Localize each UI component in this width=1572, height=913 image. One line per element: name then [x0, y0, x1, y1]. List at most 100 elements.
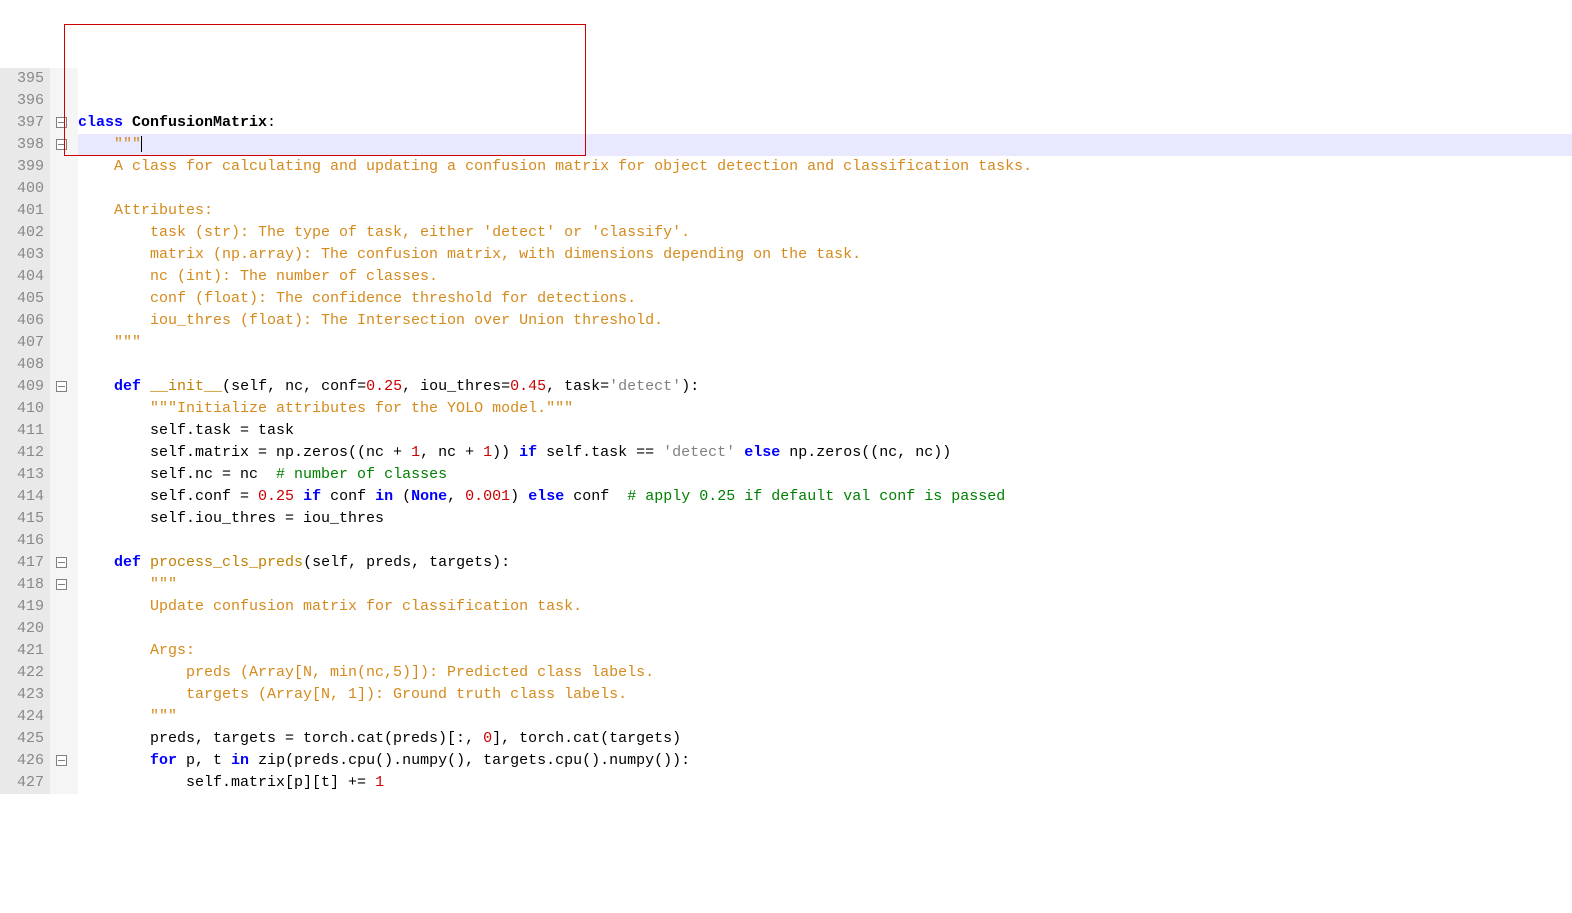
line-number: 396 — [4, 90, 44, 112]
code-line[interactable] — [78, 530, 1572, 552]
code-line[interactable]: preds (Array[N, min(nc,5)]): Predicted c… — [78, 662, 1572, 684]
code-line[interactable]: task (str): The type of task, either 'de… — [78, 222, 1572, 244]
code-line[interactable] — [78, 68, 1572, 90]
code-line[interactable]: def process_cls_preds(self, preds, targe… — [78, 552, 1572, 574]
code-line[interactable]: targets (Array[N, 1]): Ground truth clas… — [78, 684, 1572, 706]
fold-cell — [50, 618, 78, 640]
fold-cell — [50, 398, 78, 420]
line-number: 410 — [4, 398, 44, 420]
code-line[interactable]: self.nc = nc # number of classes — [78, 464, 1572, 486]
code-line[interactable]: matrix (np.array): The confusion matrix,… — [78, 244, 1572, 266]
token-id: self.nc = nc — [78, 466, 276, 483]
token-id: self.matrix[p][t] += — [78, 774, 375, 791]
code-line[interactable]: """Initialize attributes for the YOLO mo… — [78, 398, 1572, 420]
token-id — [294, 488, 303, 505]
token-cmt: # number of classes — [276, 466, 447, 483]
code-line[interactable]: def __init__(self, nc, conf=0.25, iou_th… — [78, 376, 1572, 398]
code-line[interactable]: A class for calculating and updating a c… — [78, 156, 1572, 178]
fold-column[interactable] — [50, 68, 78, 794]
code-line[interactable]: """ — [78, 332, 1572, 354]
token-doc: """ — [78, 708, 177, 725]
code-line[interactable]: conf (float): The confidence threshold f… — [78, 288, 1572, 310]
code-line[interactable]: iou_thres (float): The Intersection over… — [78, 310, 1572, 332]
token-id — [735, 444, 744, 461]
line-number: 412 — [4, 442, 44, 464]
token-doc: """ — [78, 576, 177, 593]
fold-cell[interactable] — [50, 376, 78, 398]
code-line[interactable] — [78, 618, 1572, 640]
fold-toggle-icon[interactable] — [56, 117, 67, 128]
fold-cell — [50, 508, 78, 530]
fold-cell[interactable] — [50, 134, 78, 156]
token-doc: conf (float): The confidence threshold f… — [78, 290, 636, 307]
line-number: 414 — [4, 486, 44, 508]
code-line[interactable]: nc (int): The number of classes. — [78, 266, 1572, 288]
fold-toggle-icon[interactable] — [56, 579, 67, 590]
token-num: 0.25 — [258, 488, 294, 505]
fold-cell — [50, 222, 78, 244]
fold-cell — [50, 596, 78, 618]
fold-toggle-icon[interactable] — [56, 381, 67, 392]
code-line[interactable]: preds, targets = torch.cat(preds)[:, 0],… — [78, 728, 1572, 750]
line-number: 405 — [4, 288, 44, 310]
token-kw: if — [303, 488, 321, 505]
token-num: 1 — [483, 444, 492, 461]
code-line[interactable]: self.task = task — [78, 420, 1572, 442]
fold-cell[interactable] — [50, 750, 78, 772]
fold-toggle-icon[interactable] — [56, 139, 67, 150]
token-kw: else — [528, 488, 564, 505]
line-number: 419 — [4, 596, 44, 618]
code-line[interactable]: """ — [78, 134, 1572, 156]
token-doc: iou_thres (float): The Intersection over… — [78, 312, 663, 329]
fold-toggle-icon[interactable] — [56, 557, 67, 568]
token-num: 0.001 — [465, 488, 510, 505]
code-line[interactable] — [78, 354, 1572, 376]
token-id: self, preds, targets — [312, 554, 492, 571]
code-line[interactable]: """ — [78, 574, 1572, 596]
fold-cell — [50, 772, 78, 794]
token-id: , nc + — [420, 444, 483, 461]
fold-toggle-icon[interactable] — [56, 755, 67, 766]
code-line[interactable] — [78, 178, 1572, 200]
fold-cell — [50, 728, 78, 750]
line-number: 406 — [4, 310, 44, 332]
code-area[interactable]: class ConfusionMatrix: """ A class for c… — [78, 68, 1572, 794]
line-number: 417 — [4, 552, 44, 574]
code-editor[interactable]: 3953963973983994004014024034044054064074… — [0, 68, 1572, 794]
token-id: ( — [393, 488, 411, 505]
line-number: 427 — [4, 772, 44, 794]
fold-cell — [50, 486, 78, 508]
code-line[interactable] — [78, 90, 1572, 112]
token-doc: """ — [78, 334, 141, 351]
token-id: ], torch.cat(targets) — [492, 730, 681, 747]
code-line[interactable]: Args: — [78, 640, 1572, 662]
token-punct: : — [267, 114, 276, 131]
fold-cell[interactable] — [50, 552, 78, 574]
fold-cell — [50, 684, 78, 706]
token-num: 1 — [411, 444, 420, 461]
fold-cell — [50, 464, 78, 486]
code-line[interactable]: self.matrix = np.zeros((nc + 1, nc + 1))… — [78, 442, 1572, 464]
fold-cell — [50, 288, 78, 310]
code-line[interactable]: """ — [78, 706, 1572, 728]
code-line[interactable]: self.conf = 0.25 if conf in (None, 0.001… — [78, 486, 1572, 508]
code-line[interactable]: self.matrix[p][t] += 1 — [78, 772, 1572, 794]
code-line[interactable]: Attributes: — [78, 200, 1572, 222]
fold-cell[interactable] — [50, 112, 78, 134]
line-number: 421 — [4, 640, 44, 662]
line-number: 411 — [4, 420, 44, 442]
code-line[interactable]: Update confusion matrix for classificati… — [78, 596, 1572, 618]
line-number: 407 — [4, 332, 44, 354]
token-doc: A class for calculating and updating a c… — [78, 158, 1032, 175]
token-doc: """ — [78, 136, 141, 153]
token-doc: matrix (np.array): The confusion matrix,… — [78, 246, 861, 263]
code-line[interactable]: self.iou_thres = iou_thres — [78, 508, 1572, 530]
token-id: self.iou_thres = iou_thres — [78, 510, 384, 527]
line-number: 404 — [4, 266, 44, 288]
fold-cell[interactable] — [50, 574, 78, 596]
line-number: 424 — [4, 706, 44, 728]
token-id — [78, 752, 150, 769]
code-line[interactable]: class ConfusionMatrix: — [78, 112, 1572, 134]
code-line[interactable]: for p, t in zip(preds.cpu().numpy(), tar… — [78, 750, 1572, 772]
token-id: self.conf = — [78, 488, 258, 505]
